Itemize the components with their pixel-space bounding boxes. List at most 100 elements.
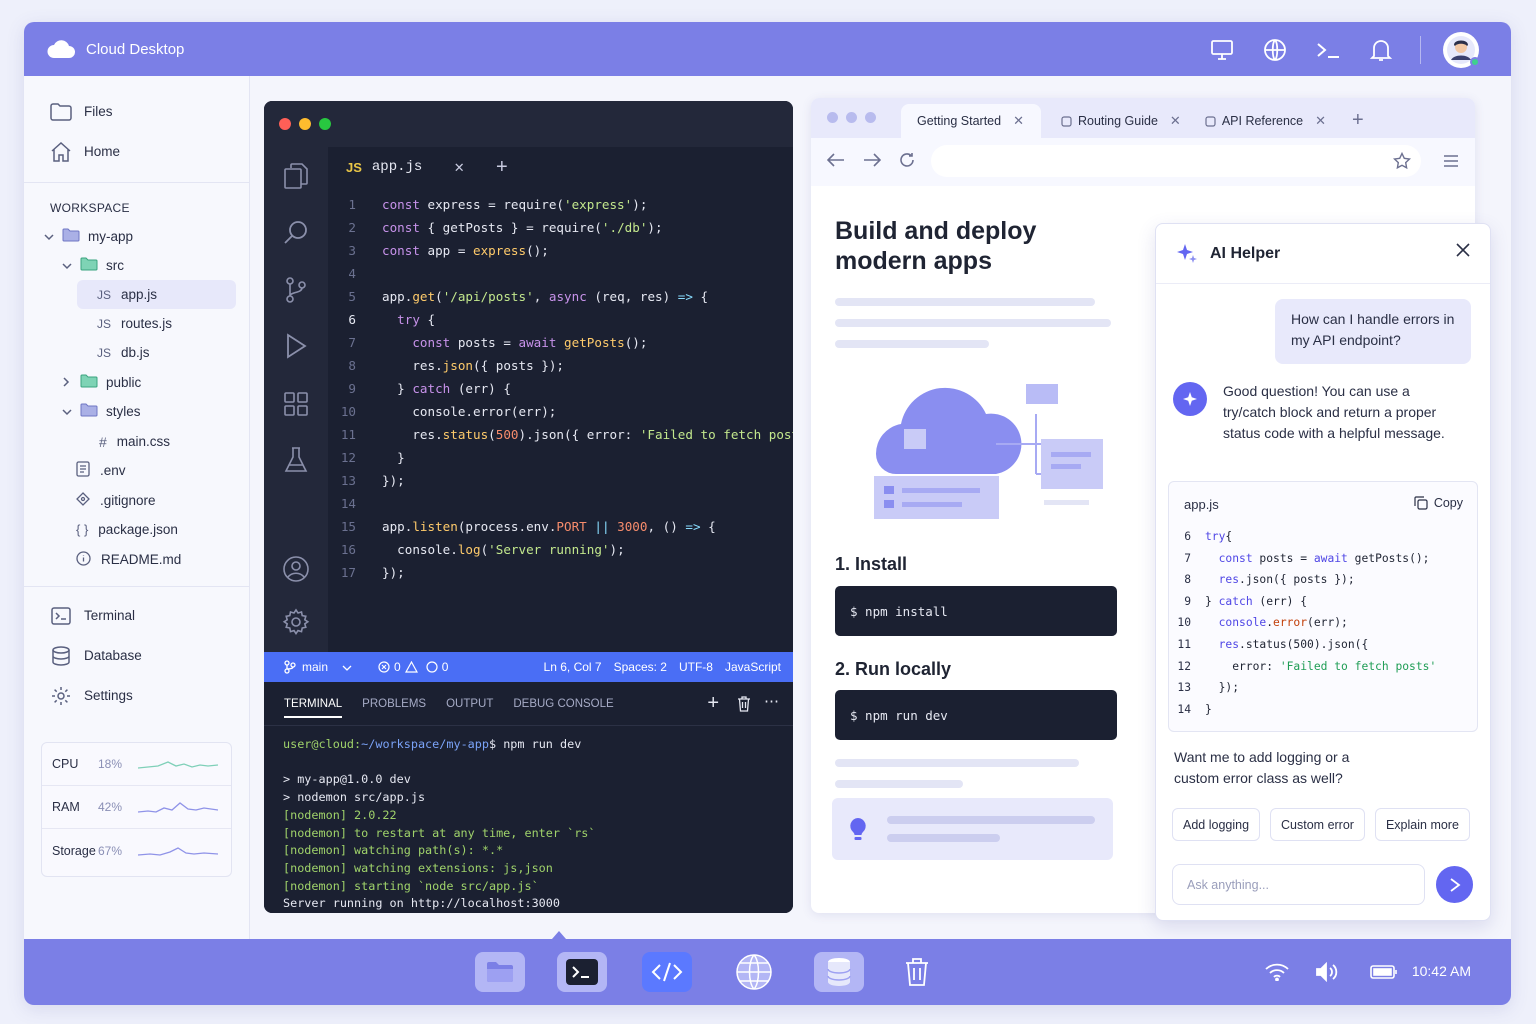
code-line[interactable]: 15 app.listen(process.env.PORT || 3000, (… — [328, 515, 793, 538]
cursor-position[interactable]: Ln 6, Col 7 — [544, 660, 602, 674]
tree-item-styles[interactable]: styles — [24, 397, 250, 426]
testing-flask-icon[interactable] — [281, 445, 311, 475]
new-tab-plus-icon[interactable]: + — [1352, 109, 1364, 132]
gear-icon[interactable] — [281, 607, 311, 637]
code-line[interactable]: 7 const posts = await getPosts(); — [328, 331, 793, 354]
battery-icon[interactable] — [1369, 960, 1399, 984]
run-debug-icon[interactable] — [281, 331, 311, 361]
new-tab-plus-icon[interactable]: + — [496, 156, 508, 179]
reload-icon[interactable] — [899, 152, 915, 173]
bell-icon[interactable] — [1363, 33, 1398, 68]
search-icon[interactable] — [281, 218, 311, 248]
tree-item-env[interactable]: .env — [24, 456, 250, 485]
code-area[interactable]: 1 const express = require('express'); 2 con… — [328, 193, 793, 584]
code-line[interactable]: 13}); — [328, 469, 793, 492]
close-window-button[interactable] — [279, 118, 291, 130]
dock-files[interactable] — [475, 952, 525, 992]
branch-name[interactable]: main — [302, 660, 328, 674]
code-line[interactable]: 12 } — [328, 446, 793, 469]
code-line[interactable]: 14 — [328, 492, 793, 515]
tree-item-src[interactable]: src — [24, 251, 250, 280]
terminal-output[interactable]: user@cloud:~/workspace/my-app$ npm run d… — [264, 726, 793, 913]
dock-browser[interactable] — [729, 952, 779, 992]
send-button[interactable] — [1436, 866, 1473, 903]
chip-custom-error[interactable]: Custom error — [1270, 808, 1365, 841]
run-command-block[interactable]: $ npm run dev — [835, 690, 1117, 740]
close-window-button[interactable] — [827, 112, 838, 123]
tab-debug-console[interactable]: DEBUG CONSOLE — [513, 698, 613, 710]
chip-explain-more[interactable]: Explain more — [1374, 808, 1470, 841]
dock-terminal[interactable] — [557, 952, 607, 992]
tab-problems[interactable]: PROBLEMS — [362, 698, 426, 710]
code-line[interactable]: 1 const express = require('express'); — [328, 193, 793, 216]
tree-item-package-json[interactable]: { } package.json — [24, 515, 250, 544]
maximize-window-button[interactable] — [319, 118, 331, 130]
address-bar[interactable] — [931, 145, 1421, 177]
wifi-icon[interactable] — [1264, 960, 1290, 984]
back-arrow-icon[interactable] — [826, 152, 845, 172]
code-line[interactable]: 6 try { — [328, 308, 793, 331]
code-line[interactable]: 11 res.status(500).json({ error: 'Failed… — [328, 423, 793, 446]
chip-add-logging[interactable]: Add logging — [1172, 808, 1261, 841]
sidebar-item-terminal[interactable]: Terminal — [24, 601, 250, 630]
encoding[interactable]: UTF-8 — [679, 660, 713, 674]
tab-terminal[interactable]: TERMINAL — [284, 698, 343, 718]
dock-code-editor[interactable] — [642, 952, 692, 992]
tree-item-db-js[interactable]: JS db.js — [24, 338, 250, 367]
sidebar-item-database[interactable]: Database — [24, 641, 250, 670]
indent-setting[interactable]: Spaces: 2 — [614, 660, 667, 674]
sidebar-item-files[interactable]: Files — [24, 97, 250, 126]
avatar[interactable] — [1443, 32, 1480, 68]
tab-routing-guide[interactable]: Routing Guide ✕ — [1049, 104, 1193, 138]
ask-input[interactable]: Ask anything... — [1172, 864, 1425, 905]
tree-item-main-css[interactable]: # main.css — [24, 427, 250, 456]
trash-icon[interactable] — [737, 696, 751, 715]
tree-item-app-js[interactable]: JS app.js — [77, 280, 236, 309]
code-line[interactable]: 3 const app = express(); — [328, 239, 793, 262]
code-line[interactable]: 16 console.log('Server running'); — [328, 538, 793, 561]
monitor-icon[interactable] — [1204, 33, 1239, 68]
tab-output[interactable]: OUTPUT — [446, 698, 493, 710]
extensions-icon[interactable] — [281, 389, 311, 419]
account-icon[interactable] — [281, 554, 311, 584]
code-line[interactable]: 10 console.error(err); — [328, 400, 793, 423]
code-line[interactable]: 8 res.json({ posts }); — [328, 354, 793, 377]
code-line[interactable]: 17}); — [328, 561, 793, 584]
close-icon[interactable]: ✕ — [1013, 113, 1024, 129]
dock-trash[interactable] — [892, 952, 942, 992]
star-icon[interactable] — [1392, 151, 1412, 175]
copy-button[interactable]: Copy — [1414, 496, 1463, 510]
tree-item-public[interactable]: public — [24, 368, 250, 397]
tree-item-my-app[interactable]: my-app — [24, 222, 250, 251]
chevron-down-icon[interactable] — [342, 660, 352, 674]
tab-getting-started[interactable]: Getting Started ✕ — [901, 104, 1041, 138]
close-icon[interactable] — [1456, 243, 1470, 262]
snippet-code[interactable]: 6 try{7 const posts = await getPosts(); 8 … — [1169, 526, 1477, 720]
tab-app-js[interactable]: JS app.js ✕ — [328, 147, 482, 187]
tab-api-reference[interactable]: API Reference ✕ — [1193, 104, 1338, 138]
add-terminal-plus-icon[interactable]: + — [707, 692, 719, 715]
install-command-block[interactable]: $ npm install — [835, 586, 1117, 636]
code-line[interactable]: 2 const { getPosts } = require('./db'); — [328, 216, 793, 239]
code-line[interactable]: 4 — [328, 262, 793, 285]
sidebar-item-settings[interactable]: Settings — [24, 681, 250, 710]
minimize-window-button[interactable] — [299, 118, 311, 130]
tree-item-routes-js[interactable]: JS routes.js — [24, 309, 250, 338]
maximize-window-button[interactable] — [865, 112, 876, 123]
tree-item-readme[interactable]: README.md — [24, 545, 250, 574]
explorer-icon[interactable] — [281, 161, 311, 191]
tree-item-gitignore[interactable]: .gitignore — [24, 486, 250, 515]
code-line[interactable]: 5 app.get('/api/posts', async (req, res) … — [328, 285, 793, 308]
close-icon[interactable]: ✕ — [454, 157, 464, 177]
more-options-icon[interactable]: ⋯ — [764, 692, 779, 710]
globe-icon[interactable] — [1257, 33, 1292, 68]
code-line[interactable]: 9 } catch (err) { — [328, 377, 793, 400]
terminal-icon[interactable] — [1310, 33, 1345, 68]
close-icon[interactable]: ✕ — [1315, 113, 1326, 129]
forward-arrow-icon[interactable] — [863, 152, 882, 172]
dock-database[interactable] — [814, 952, 864, 992]
minimize-window-button[interactable] — [846, 112, 857, 123]
source-control-icon[interactable] — [281, 275, 311, 305]
branch-icon[interactable] — [284, 660, 296, 674]
hamburger-menu-icon[interactable] — [1443, 154, 1459, 173]
